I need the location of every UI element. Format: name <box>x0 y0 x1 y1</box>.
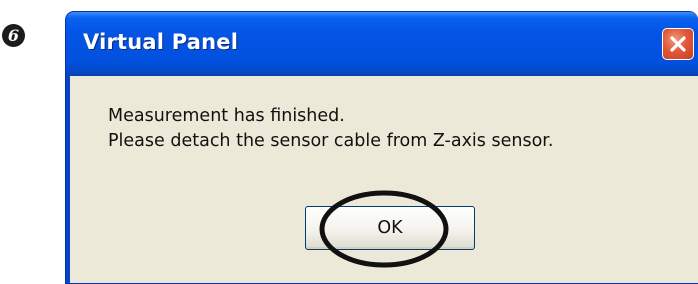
title-bar[interactable]: Virtual Panel <box>66 12 698 76</box>
close-button[interactable] <box>662 28 694 60</box>
ok-button-label: OK <box>377 218 403 238</box>
message-line-1: Measurement has finished. <box>108 106 345 126</box>
virtual-panel-dialog: Virtual Panel Measurement has finished. … <box>65 11 698 284</box>
dialog-title: Virtual Panel <box>83 30 239 54</box>
message-line-2: Please detach the sensor cable from Z-ax… <box>108 131 554 151</box>
dialog-body: Measurement has finished. Please detach … <box>70 76 698 283</box>
close-icon <box>670 36 686 52</box>
ok-button[interactable]: OK <box>305 206 475 250</box>
step-number-marker: 6 <box>2 24 25 47</box>
message-text: Measurement has finished. Please detach … <box>108 104 553 154</box>
